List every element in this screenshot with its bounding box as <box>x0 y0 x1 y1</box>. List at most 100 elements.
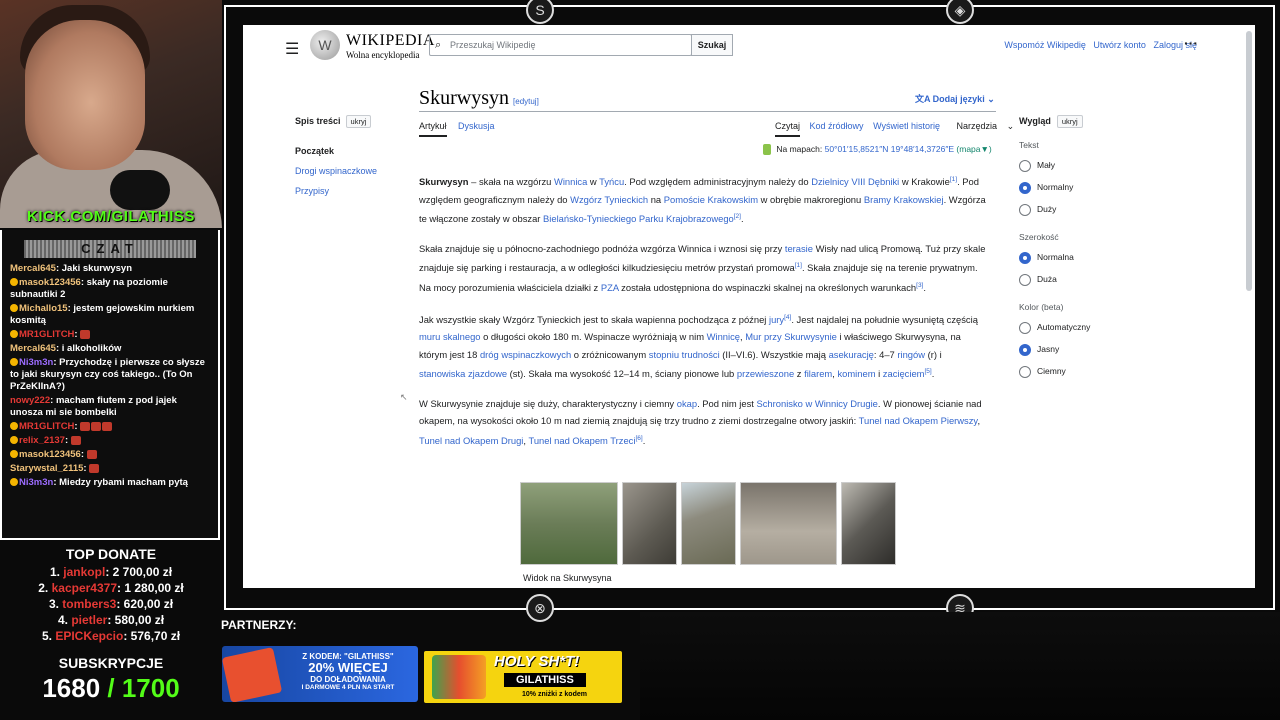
appearance-hide-button[interactable]: ukryj <box>1056 115 1083 128</box>
toc-item[interactable]: Początek <box>295 146 405 156</box>
tab-article[interactable]: Artykuł <box>419 121 447 137</box>
emote-icon <box>80 421 91 431</box>
chat-username[interactable]: nowy222 <box>10 395 50 406</box>
menu-icon[interactable]: ☰ <box>285 39 299 59</box>
subs-title: SUBSKRYPCJE <box>58 655 164 671</box>
appearance-panel: Wygląd ukryj Tekst Mały Normalny Duży Szero… <box>1019 115 1219 382</box>
chat-username[interactable]: masok123456 <box>19 277 81 288</box>
donate-row: 1. jankopl: 2 700,00 zł <box>49 565 173 579</box>
kick-url: KICK.COM/GILATHISS <box>27 208 195 225</box>
more-options-icon[interactable]: ··· <box>1184 35 1198 51</box>
map-dropdown[interactable]: (mapa▼) <box>956 144 991 154</box>
gallery-photo[interactable] <box>841 482 896 565</box>
donate-rank: 2. <box>38 581 49 595</box>
create-account-link[interactable]: Utwórz konto <box>1093 40 1146 50</box>
chat-username[interactable]: Ni3m3n <box>19 357 53 368</box>
emote-icon <box>80 329 91 339</box>
tab-talk[interactable]: Dyskusja <box>458 121 495 131</box>
tools-menu[interactable]: Narzędzia ⌄ <box>950 121 1015 131</box>
page-title: Skurwysyn [edytuj] <box>419 87 539 110</box>
donate-rank: 1. <box>49 565 60 579</box>
radio-button[interactable] <box>1019 273 1031 286</box>
toc-item[interactable]: Przypisy <box>295 186 405 196</box>
paragraph: W Skurwysynie znajduje się duży, charakt… <box>419 397 982 446</box>
tab-history[interactable]: Wyświetl historię <box>873 121 940 131</box>
search-input[interactable]: ⌕ Przeszukaj Wikipedię <box>429 34 692 56</box>
color-theme-option[interactable]: Ciemny <box>1019 360 1219 382</box>
ad-sub: DO DOŁADOWANIA <box>310 675 386 684</box>
radio-button[interactable] <box>1019 343 1031 356</box>
donate-row: 3. tombers3: 620,00 zł <box>48 597 174 611</box>
width-option[interactable]: Normalna <box>1019 246 1219 268</box>
chat-badge-icon <box>10 358 18 367</box>
subscriptions-panel: SUBSKRYPCJE 1680 / 1700 <box>0 655 222 704</box>
gallery-caption: Widok na Skurwysyna <box>523 573 612 583</box>
chat-username[interactable]: Michallo15 <box>19 303 68 314</box>
radio-button[interactable] <box>1019 203 1031 216</box>
casehug-ad-banner[interactable]: Z KODEM: "GILATHISS" 20% WIĘCEJ DO DOŁAD… <box>222 646 418 702</box>
chat-badge-icon <box>10 304 18 313</box>
donate-amount: 2 700,00 zł <box>112 565 173 579</box>
chat-badge-icon <box>10 436 18 445</box>
chat-username[interactable]: masok123456 <box>19 449 81 460</box>
holysht-ad-banner[interactable]: HOLY SH*T! GILATHISS 10% zniżki z kodem <box>424 651 622 703</box>
chat-badge-icon <box>10 450 18 459</box>
color-theme-option[interactable]: Automatyczny <box>1019 316 1219 338</box>
radio-button[interactable] <box>1019 251 1031 264</box>
text-size-option[interactable]: Duży <box>1019 198 1219 220</box>
text-size-option[interactable]: Normalny <box>1019 176 1219 198</box>
chat-message: MR1GLITCH: <box>2 420 218 434</box>
chat-username[interactable]: MR1GLITCH <box>19 421 74 432</box>
gallery-photo[interactable] <box>681 482 736 565</box>
coords-link[interactable]: 50°01′15,8521″N 19°48′14,3726″E <box>825 144 954 154</box>
microphone-image <box>110 170 170 210</box>
color-theme-option-label: Automatyczny <box>1037 322 1091 332</box>
width-option[interactable]: Duża <box>1019 268 1219 290</box>
page-scrollbar[interactable] <box>1246 31 1252 291</box>
toc-item[interactable]: Drogi wspinaczkowe <box>295 166 405 176</box>
chat-message: Ni3m3n: Miedzy rybami macham pytą <box>2 476 218 490</box>
wiki-logo-text[interactable]: Wikipedia Wolna encyklopedia <box>346 32 435 60</box>
chat-username[interactable]: Mercal645 <box>10 263 56 274</box>
chat-message: Mercal645: Jaki skurwysyn <box>10 263 133 274</box>
chat-username[interactable]: Ni3m3n <box>19 477 53 488</box>
radio-button[interactable] <box>1019 159 1031 172</box>
map-pin-icon <box>763 144 771 156</box>
chat-username[interactable]: Starywstal_2115 <box>10 463 83 474</box>
chat-text: Miedzy rybami macham pytą <box>59 477 188 488</box>
chat-username[interactable]: Mercal645 <box>10 343 56 354</box>
donate-amount: 580,00 zł <box>114 613 165 627</box>
wiki-logo-title: Wikipedia <box>346 32 435 49</box>
paragraph: Skała znajduje się u północno-zachodnieg… <box>419 242 986 293</box>
toc-hide-button[interactable]: ukryj <box>345 115 372 128</box>
partners-label: PARTNERZY: <box>221 618 297 632</box>
ad2-fine: 10% zniżki z kodem <box>522 691 587 698</box>
search-button[interactable]: Szukaj <box>691 34 733 56</box>
edit-link[interactable]: [edytuj] <box>513 97 539 106</box>
wikipedia-globe-icon[interactable]: W <box>310 30 340 60</box>
chat-message: Mercal645: i alkoholików <box>10 343 122 354</box>
gallery-photo[interactable] <box>622 482 677 565</box>
add-languages-button[interactable]: 文A Dodaj języki ⌄ <box>915 92 995 105</box>
color-theme-option[interactable]: Jasny <box>1019 338 1219 360</box>
donate-link[interactable]: Wspomóż Wikipedię <box>1004 40 1086 50</box>
paragraph: Skurwysyn – skała na wzgórzu Winnica w T… <box>419 176 986 225</box>
gallery-photo[interactable] <box>520 482 618 565</box>
chat-username[interactable]: MR1GLITCH <box>19 329 74 340</box>
text-size-option[interactable]: Mały <box>1019 154 1219 176</box>
chat-text: Jaki skurwysyn <box>61 263 133 274</box>
toc-title: Spis treści <box>295 116 341 126</box>
chat-badge-icon <box>10 330 18 339</box>
chat-message: relix_2137: <box>2 434 218 448</box>
radio-button[interactable] <box>1019 365 1031 378</box>
wikipedia-page: ☰ W Wikipedia Wolna encyklopedia ⌕ Przes… <box>243 25 1255 588</box>
radio-button[interactable] <box>1019 321 1031 334</box>
tab-source[interactable]: Kod źródłowy <box>810 121 864 131</box>
radio-button[interactable] <box>1019 181 1031 194</box>
chevron-down-icon: ⌄ <box>987 94 995 104</box>
tab-read[interactable]: Czytaj <box>775 121 801 137</box>
tools-label: Narzędzia <box>956 121 998 131</box>
ad2-code: GILATHISS <box>504 673 586 687</box>
chat-username[interactable]: relix_2137 <box>19 435 65 446</box>
gallery-photo[interactable] <box>740 482 837 565</box>
